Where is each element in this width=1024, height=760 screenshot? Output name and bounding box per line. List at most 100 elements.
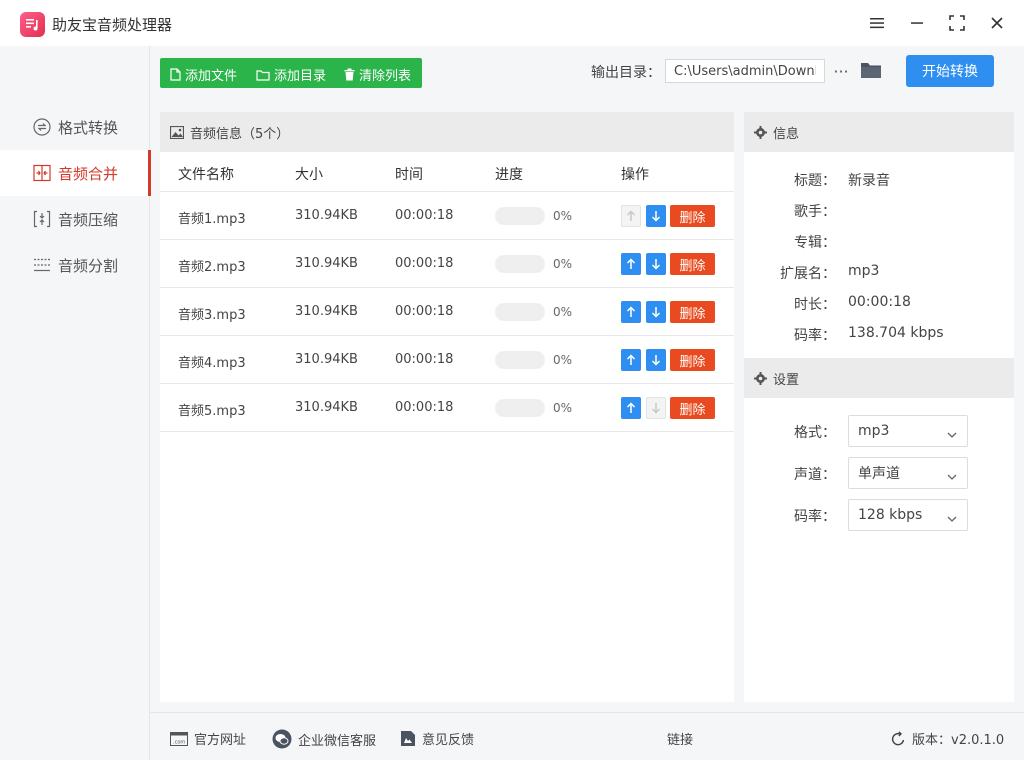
app-title: 助友宝音频处理器 (52, 16, 173, 34)
chevron-down-icon (947, 511, 957, 527)
folder-icon[interactable] (860, 60, 882, 82)
sidebar-item-audio-compress[interactable]: 音频压缩 (0, 196, 150, 242)
split-icon (32, 255, 52, 275)
footer: .com 官方网址 企业微信客服 意见反馈 链接 版本：v2.0.1.0 (150, 712, 1024, 760)
start-convert-button[interactable]: 开始转换 (906, 55, 994, 87)
arrow-down-icon (651, 306, 661, 318)
move-up-button[interactable] (621, 253, 641, 275)
sidebar-item-audio-merge[interactable]: 音频合并 (0, 150, 151, 196)
progress-percent: 0% (553, 209, 573, 223)
website-link[interactable]: .com 官方网址 (170, 729, 246, 748)
sidebar-item-label: 音频合并 (58, 164, 119, 183)
setting-label: 码率： (794, 509, 836, 525)
compress-icon (32, 209, 52, 229)
sidebar-item-format-convert[interactable]: 格式转换 (0, 104, 150, 150)
column-header-size: 大小 (295, 167, 323, 183)
progress-percent: 0% (553, 353, 573, 367)
wechat-icon (272, 729, 292, 749)
info-field-value: 新录音 (848, 173, 890, 189)
convert-icon (32, 117, 52, 137)
select-value: 128 kbps (858, 507, 923, 523)
move-down-button[interactable] (646, 253, 666, 275)
info-field-label: 时长： (794, 297, 836, 313)
sidebar-item-label: 格式转换 (58, 118, 119, 137)
file-size: 310.94KB (295, 256, 358, 271)
progress-bar (495, 303, 545, 321)
file-size: 310.94KB (295, 352, 358, 367)
clear-list-button[interactable]: 清除列表 (344, 65, 411, 84)
feedback-link[interactable]: 意见反馈 (400, 729, 474, 748)
info-field-value: mp3 (848, 263, 880, 279)
info-field-label: 专辑： (794, 235, 836, 251)
minimize-icon[interactable] (904, 10, 930, 36)
select-value: mp3 (858, 423, 890, 439)
info-field-label: 标题： (794, 173, 836, 189)
move-up-button[interactable] (621, 349, 641, 371)
svg-text:.com: .com (173, 739, 185, 745)
file-size: 310.94KB (295, 208, 358, 223)
folder-outline-icon (256, 69, 270, 81)
delete-button[interactable]: 删除 (670, 205, 715, 227)
sidebar-item-label: 音频压缩 (58, 210, 119, 229)
file-name: 音频2.mp3 (178, 260, 246, 275)
table-row[interactable]: 音频4.mp3 310.94KB 00:00:18 0% 删除 (160, 335, 734, 383)
gear-icon (754, 371, 767, 385)
move-up-button[interactable] (621, 205, 641, 227)
progress-percent: 0% (553, 305, 573, 319)
info-field-label: 歌手： (794, 204, 836, 220)
version-info[interactable]: 版本：v2.0.1.0 (890, 729, 1004, 748)
file-name: 音频3.mp3 (178, 308, 246, 323)
chevron-down-icon (947, 427, 957, 443)
info-field-value: 138.704 kbps (848, 325, 944, 341)
add-folder-button[interactable]: 添加目录 (256, 65, 326, 84)
info-field-value: 00:00:18 (848, 294, 911, 310)
info-panel: 信息 标题： 新录音 歌手： 专辑： 扩展名： mp3 时长： 00:00:18 码率： 138.… (744, 112, 1014, 358)
move-down-button[interactable] (646, 301, 666, 323)
menu-icon[interactable] (864, 10, 890, 36)
add-file-button[interactable]: 添加文件 (170, 65, 237, 84)
move-up-button[interactable] (621, 301, 641, 323)
sidebar-item-audio-split[interactable]: 音频分割 (0, 242, 150, 288)
table-row[interactable]: 音频3.mp3 310.94KB 00:00:18 0% 删除 (160, 287, 734, 335)
arrow-up-icon (626, 210, 636, 222)
arrow-up-icon (626, 258, 636, 270)
fullscreen-icon[interactable] (944, 10, 970, 36)
website-icon: .com (170, 731, 188, 746)
format-select[interactable]: mp3 (848, 415, 968, 447)
title-bar: 助友宝音频处理器 (0, 0, 1024, 46)
move-down-button[interactable] (646, 397, 666, 419)
output-dir-label: 输出目录： (591, 65, 661, 81)
move-down-button[interactable] (646, 205, 666, 227)
progress-bar (495, 207, 545, 225)
wechat-support-link[interactable]: 企业微信客服 (272, 729, 376, 749)
table-row[interactable]: 音频1.mp3 310.94KB 00:00:18 0% 删除 (160, 191, 734, 239)
more-options-button[interactable]: ··· (832, 60, 850, 82)
bitrate-select[interactable]: 128 kbps (848, 499, 968, 531)
arrow-down-icon (651, 258, 661, 270)
file-name: 音频5.mp3 (178, 404, 246, 419)
move-up-button[interactable] (621, 397, 641, 419)
refresh-icon (891, 730, 905, 745)
close-icon[interactable] (984, 10, 1010, 36)
output-dir-input[interactable] (665, 59, 825, 83)
table-row[interactable]: 音频2.mp3 310.94KB 00:00:18 0% 删除 (160, 239, 734, 287)
file-duration: 00:00:18 (395, 256, 454, 271)
gear-icon (754, 125, 767, 139)
delete-button[interactable]: 删除 (670, 397, 715, 419)
setting-label: 声道： (794, 467, 836, 483)
link-text[interactable]: 链接 (667, 729, 693, 748)
move-down-button[interactable] (646, 349, 666, 371)
file-duration: 00:00:18 (395, 208, 454, 223)
settings-title: 设置 (773, 372, 800, 388)
file-size: 310.94KB (295, 400, 358, 415)
info-title: 信息 (773, 126, 800, 142)
table-row[interactable]: 音频5.mp3 310.94KB 00:00:18 0% 删除 (160, 383, 734, 431)
delete-button[interactable]: 删除 (670, 253, 715, 275)
channel-select[interactable]: 单声道 (848, 457, 968, 489)
audio-list-panel: 音频信息（5个） 文件名称 大小 时间 进度 操作 音频1.mp3 310.94K… (160, 112, 734, 702)
info-field-label: 码率： (794, 328, 836, 344)
panel-title: 音频信息（5个） (190, 126, 290, 142)
delete-button[interactable]: 删除 (670, 349, 715, 371)
table-bottom-border (160, 431, 734, 432)
delete-button[interactable]: 删除 (670, 301, 715, 323)
